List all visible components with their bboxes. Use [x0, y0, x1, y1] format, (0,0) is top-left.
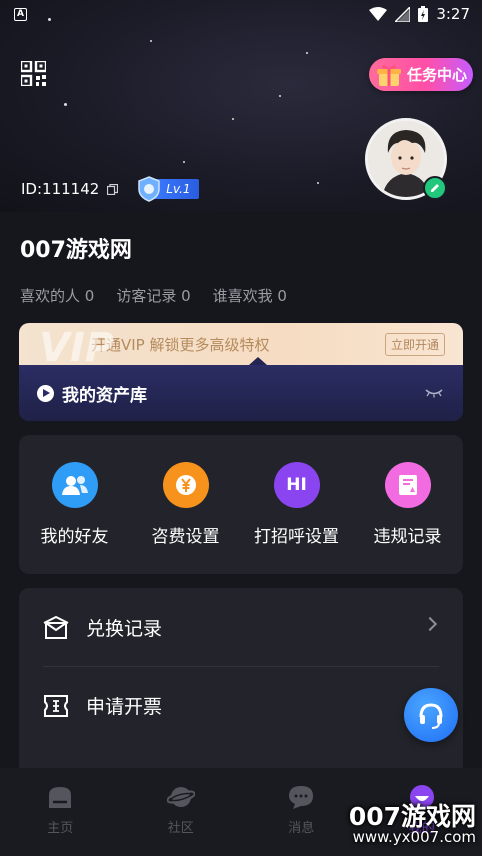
menu-list: 兑换记录 申请开票 — [19, 588, 463, 778]
avatar-container[interactable] — [365, 118, 447, 200]
shield-level-icon — [138, 176, 161, 202]
report-icon — [384, 462, 431, 508]
watermark-title: 007游戏网 — [348, 802, 476, 831]
qr-code-icon[interactable] — [21, 61, 46, 86]
star-decoration — [317, 182, 319, 184]
stat-visitors[interactable]: 访客记录 0 — [116, 285, 190, 306]
play-icon — [37, 384, 54, 402]
notification-a-icon: A — [14, 7, 27, 21]
list-item-label: 兑换记录 — [86, 617, 163, 640]
list-item-exchange-records[interactable]: 兑换记录 — [43, 588, 439, 666]
user-id: ID:111142 — [21, 180, 100, 198]
feature-greeting-settings[interactable]: HI 打招呼设置 — [247, 462, 347, 574]
task-center-label: 任务中心 — [407, 66, 468, 84]
feature-label: 打招呼设置 — [254, 527, 339, 547]
vip-notch — [249, 357, 267, 365]
hi-icon-text: HI — [286, 475, 307, 495]
star-decoration — [150, 40, 152, 42]
vip-asset-card[interactable]: VIP 开通VIP 解锁更多高级特权 立即开通 我的资产库 — [19, 323, 463, 421]
tab-label: 社区 — [167, 821, 194, 836]
feature-label: 咨费设置 — [151, 527, 220, 547]
eye-closed-icon[interactable] — [425, 388, 443, 398]
edit-avatar-button[interactable] — [423, 176, 447, 200]
pencil-icon — [431, 184, 439, 192]
chevron-right-icon — [422, 616, 438, 632]
vip-promo-bar[interactable]: VIP 开通VIP 解锁更多高级特权 立即开通 — [19, 323, 463, 371]
feature-fee-settings[interactable]: 咨费设置 — [136, 462, 236, 574]
gift-box-icon — [43, 615, 69, 639]
user-id-row: ID:111142 Lv.1 — [21, 176, 199, 202]
tab-community[interactable]: 社区 — [141, 783, 221, 856]
asset-library-title: 我的资产库 — [62, 385, 147, 406]
friends-icon — [51, 462, 98, 508]
customer-service-button[interactable] — [404, 688, 458, 742]
feature-violation-records[interactable]: 违规记录 — [358, 462, 458, 574]
chat-icon — [289, 786, 314, 809]
tab-messages[interactable]: 消息 — [261, 783, 341, 856]
star-decoration — [232, 118, 234, 120]
level-badge: Lv.1 — [136, 176, 199, 202]
asset-library-row[interactable]: 我的资产库 — [19, 365, 463, 421]
tab-label: 主页 — [47, 821, 74, 836]
yuan-icon — [162, 462, 209, 508]
feature-my-friends[interactable]: 我的好友 — [25, 462, 125, 574]
stat-who-likes-me[interactable]: 谁喜欢我 0 — [213, 285, 287, 306]
vip-watermark: VIP — [39, 325, 115, 371]
status-bar: A 3:27 — [0, 0, 482, 28]
tab-home[interactable]: 主页 — [20, 783, 100, 856]
tab-label: 消息 — [288, 821, 315, 836]
vip-open-button[interactable]: 立即开通 — [384, 332, 445, 356]
feature-label: 我的好友 — [40, 527, 109, 547]
list-item-label: 申请开票 — [86, 696, 163, 718]
home-icon — [49, 787, 72, 808]
planet-icon — [166, 787, 195, 807]
headset-icon — [419, 703, 443, 729]
ticket-icon — [44, 694, 68, 717]
vip-promo-text: 开通VIP 解锁更多高级特权 — [91, 335, 270, 354]
star-decoration — [306, 52, 308, 54]
gift-icon — [377, 64, 401, 86]
status-time: 3:27 — [436, 5, 470, 23]
stat-likes[interactable]: 喜欢的人 0 — [20, 285, 94, 306]
battery-charging-icon — [418, 6, 429, 22]
site-watermark: 007游戏网 www.yx007.com — [348, 802, 476, 847]
username: 007游戏网 — [20, 238, 132, 263]
feature-label: 违规记录 — [373, 527, 442, 547]
star-decoration — [183, 161, 185, 163]
watermark-url: www.yx007.com — [352, 828, 476, 847]
wifi-icon — [369, 7, 388, 21]
list-item-apply-invoice[interactable]: 申请开票 — [43, 666, 439, 744]
hi-icon: HI — [273, 462, 320, 508]
task-center-button[interactable]: 任务中心 — [369, 58, 473, 91]
feature-grid: 我的好友 咨费设置 HI 打招呼设置 违规记录 — [19, 435, 463, 574]
cellular-signal-icon — [395, 6, 411, 22]
star-decoration — [64, 103, 67, 106]
copy-icon[interactable] — [107, 183, 119, 195]
profile-stats: 喜欢的人 0 访客记录 0 谁喜欢我 0 — [20, 285, 287, 306]
star-decoration — [279, 95, 281, 97]
